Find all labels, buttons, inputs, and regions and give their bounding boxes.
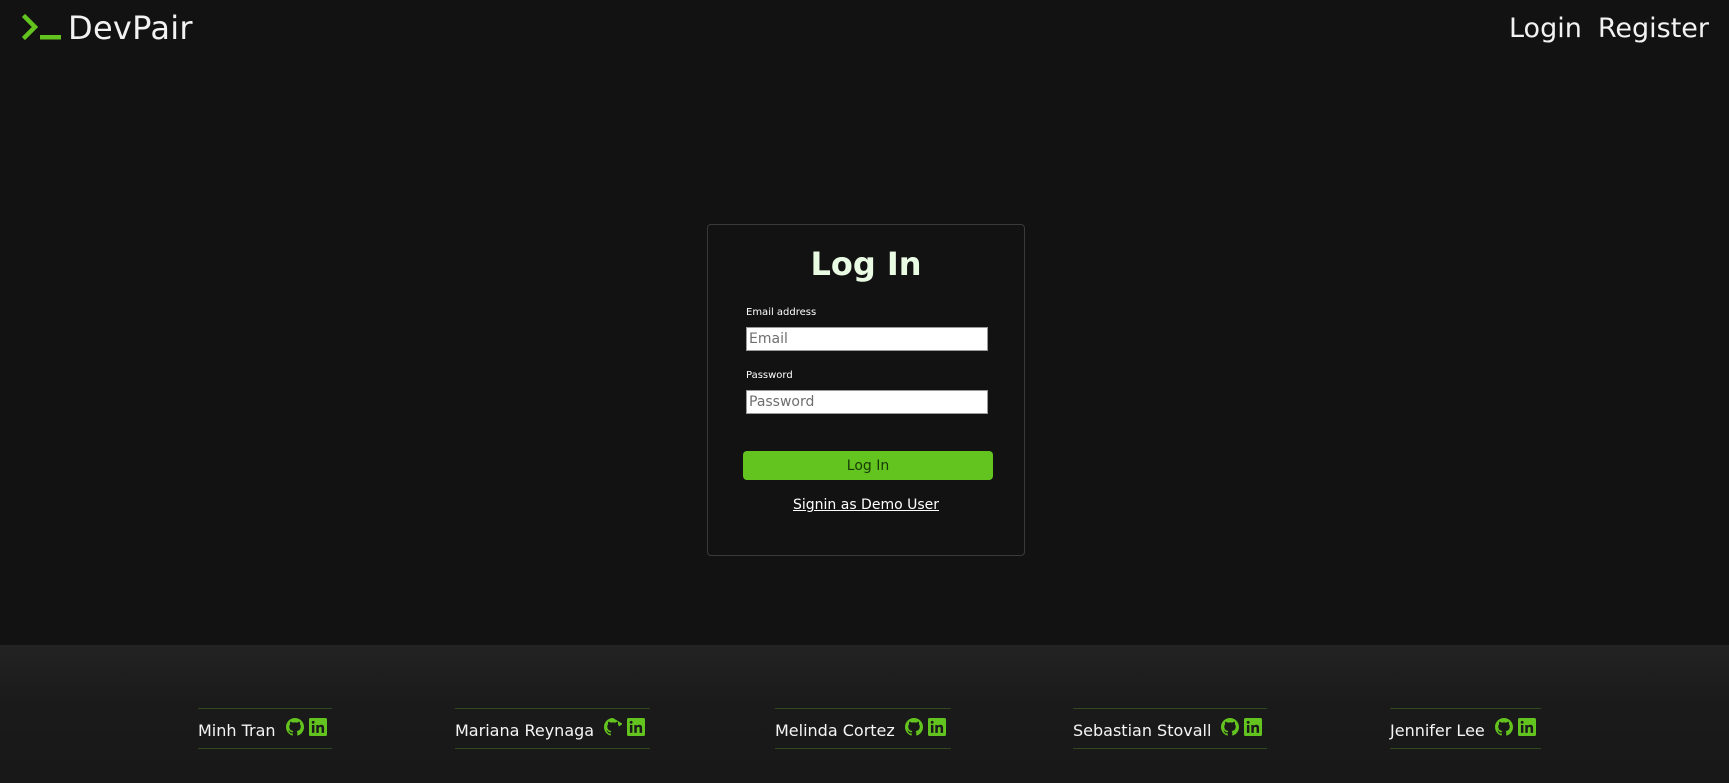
linkedin-icon[interactable] xyxy=(1517,717,1536,736)
login-card: Log In Email address Password Log In Sig… xyxy=(707,224,1025,556)
member-name: Melinda Cortez xyxy=(775,721,895,740)
team-member: Jennifer Lee xyxy=(1390,708,1541,749)
email-label: Email address xyxy=(746,307,817,318)
github-icon[interactable] xyxy=(904,717,923,736)
member-name: Mariana Reynaga xyxy=(455,721,595,740)
github-icon[interactable] xyxy=(604,717,623,736)
brand-name: DevPair xyxy=(68,9,193,47)
linkedin-icon[interactable] xyxy=(1244,717,1263,736)
member-name: Sebastian Stovall xyxy=(1073,721,1212,740)
top-nav: Login Register xyxy=(1509,8,1709,48)
nav-login-link[interactable]: Login xyxy=(1509,13,1582,44)
linkedin-icon[interactable] xyxy=(627,717,646,736)
team-member: Mariana Reynaga xyxy=(455,708,651,749)
nav-register-link[interactable]: Register xyxy=(1598,13,1709,44)
team-member: Minh Tran xyxy=(198,708,332,749)
demo-user-link[interactable]: Signin as Demo User xyxy=(708,497,1024,513)
email-input[interactable] xyxy=(746,327,988,351)
github-icon[interactable] xyxy=(1494,717,1513,736)
terminal-prompt-icon xyxy=(22,13,61,41)
page: DevPair Login Register Log In Email addr… xyxy=(0,0,1729,783)
member-name: Jennifer Lee xyxy=(1390,721,1485,740)
brand-logo[interactable]: DevPair xyxy=(22,8,193,48)
password-input[interactable] xyxy=(746,390,988,414)
password-label: Password xyxy=(746,370,793,381)
team-member: Melinda Cortez xyxy=(775,708,951,749)
login-title: Log In xyxy=(810,245,922,283)
login-submit-button[interactable]: Log In xyxy=(743,451,993,480)
member-name: Minh Tran xyxy=(198,721,276,740)
linkedin-icon[interactable] xyxy=(927,717,946,736)
team-member: Sebastian Stovall xyxy=(1073,708,1268,749)
footer: Minh Tran Mariana Reynaga Melinda Cortez xyxy=(0,645,1729,783)
header: DevPair Login Register xyxy=(0,0,1729,56)
linkedin-icon[interactable] xyxy=(308,717,327,736)
github-icon[interactable] xyxy=(285,717,304,736)
github-icon[interactable] xyxy=(1221,717,1240,736)
